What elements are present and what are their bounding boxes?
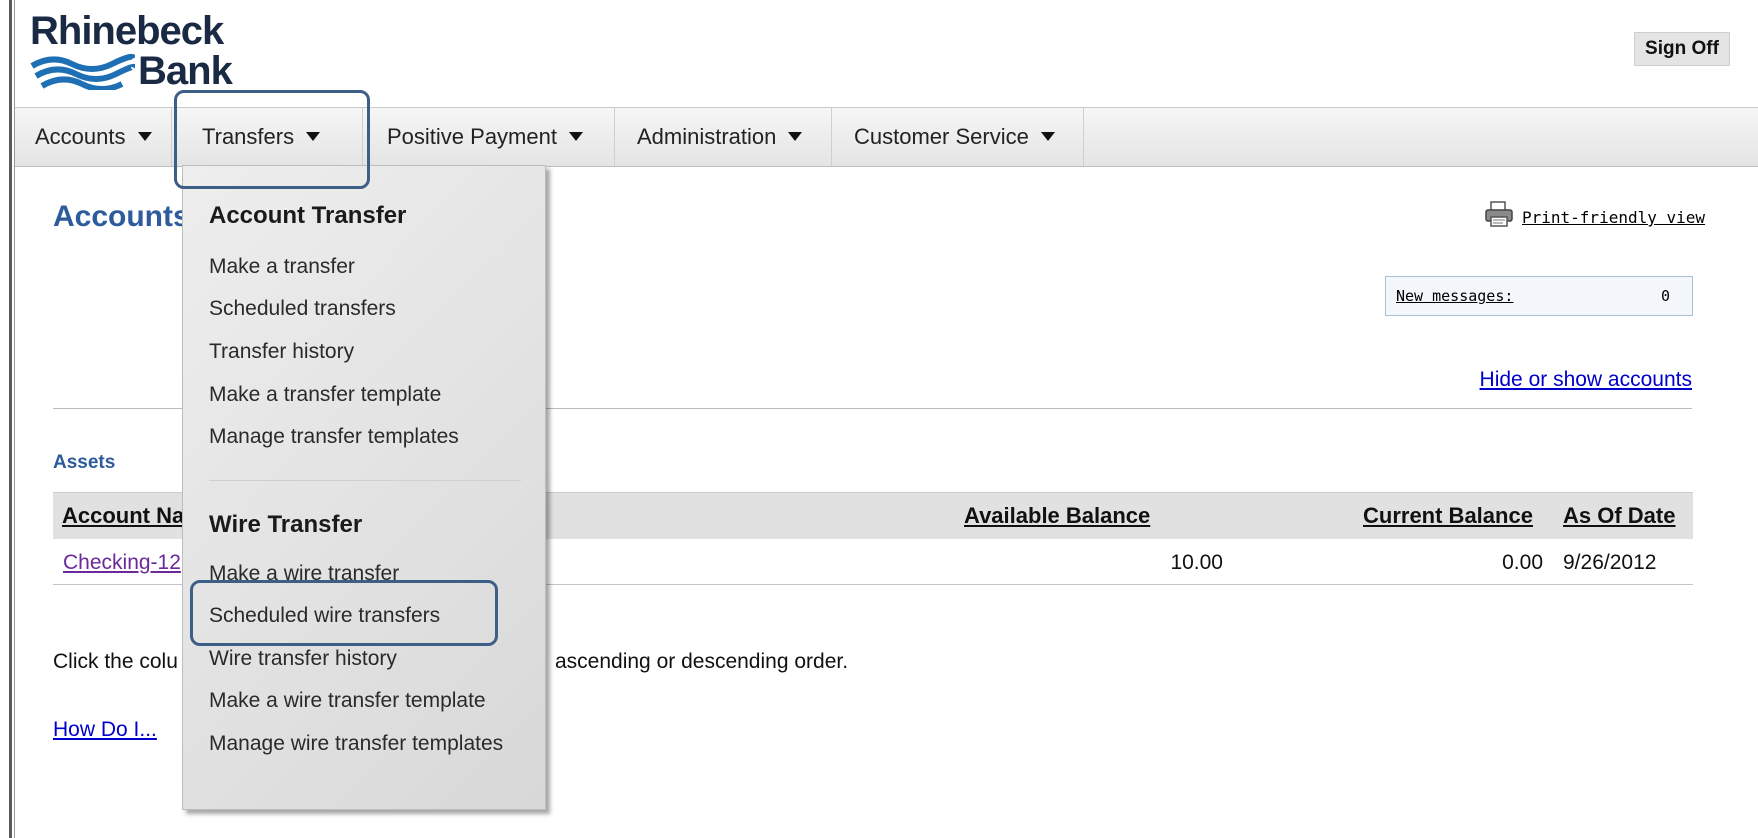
menu-separator bbox=[209, 480, 521, 481]
section-heading-account-transfer: Account Transfer bbox=[209, 202, 407, 229]
scheduled-wire-highlight-box bbox=[190, 580, 498, 646]
logo-line-2: Bank bbox=[138, 49, 233, 93]
print-friendly-link[interactable]: Print-friendly view bbox=[1522, 208, 1705, 227]
col-account-name[interactable]: Account Na bbox=[62, 503, 184, 529]
chevron-down-icon bbox=[568, 131, 583, 141]
chevron-down-icon bbox=[1040, 131, 1055, 141]
section-heading-wire-transfer: Wire Transfer bbox=[209, 511, 363, 538]
menu-item-manage-transfer-templates[interactable]: Manage transfer templates bbox=[209, 425, 459, 449]
transfers-dropdown-menu: Account Transfer Make a transfer Schedul… bbox=[182, 165, 546, 810]
page-title: Accounts bbox=[53, 200, 190, 233]
nav-label: Customer Service bbox=[854, 124, 1029, 149]
menu-item-manage-wire-transfer-templates[interactable]: Manage wire transfer templates bbox=[209, 732, 503, 756]
sort-hint-text: Click the colu ascending or descending o… bbox=[53, 650, 848, 674]
assets-heading: Assets bbox=[53, 452, 116, 473]
hide-show-accounts-link[interactable]: Hide or show accounts bbox=[1480, 368, 1692, 392]
nav-label: Accounts bbox=[35, 124, 126, 149]
menu-item-wire-transfer-history[interactable]: Wire transfer history bbox=[209, 647, 397, 671]
nav-positive-payment[interactable]: Positive Payment bbox=[363, 108, 615, 166]
printer-icon[interactable] bbox=[1484, 201, 1514, 227]
chevron-down-icon bbox=[788, 131, 803, 141]
messages-box: New messages: 0 bbox=[1385, 276, 1693, 316]
menu-item-transfer-history[interactable]: Transfer history bbox=[209, 340, 354, 364]
nav-label: Administration bbox=[637, 124, 777, 149]
messages-count: 0 bbox=[1660, 287, 1670, 305]
bank-logo: Rhinebeck Bank bbox=[30, 8, 260, 93]
sign-off-button[interactable]: Sign Off bbox=[1634, 32, 1730, 66]
nav-administration[interactable]: Administration bbox=[615, 108, 832, 166]
chevron-down-icon bbox=[137, 131, 152, 141]
account-name-link[interactable]: Checking-12 bbox=[63, 551, 181, 575]
as-of-date: 9/26/2012 bbox=[1563, 551, 1657, 574]
nav-label: Positive Payment bbox=[387, 124, 557, 149]
menu-item-scheduled-transfers[interactable]: Scheduled transfers bbox=[209, 297, 396, 321]
nav-customer-service[interactable]: Customer Service bbox=[832, 108, 1084, 166]
wave-icon bbox=[30, 53, 135, 90]
menu-item-make-wire-transfer-template[interactable]: Make a wire transfer template bbox=[209, 689, 486, 713]
how-do-i-link[interactable]: How Do I... bbox=[53, 718, 157, 742]
logo-line-1: Rhinebeck bbox=[30, 9, 224, 53]
new-messages-link[interactable]: New messages: bbox=[1396, 287, 1513, 305]
available-balance: 10.00 bbox=[1170, 551, 1223, 574]
col-available-balance[interactable]: Available Balance bbox=[964, 503, 1150, 529]
sort-hint-end: ascending or descending order. bbox=[555, 650, 849, 673]
menu-item-make-transfer[interactable]: Make a transfer bbox=[209, 255, 355, 279]
transfers-highlight-box bbox=[174, 90, 370, 189]
nav-accounts[interactable]: Accounts bbox=[15, 108, 172, 166]
menu-item-make-transfer-template[interactable]: Make a transfer template bbox=[209, 383, 441, 407]
col-as-of-date[interactable]: As Of Date bbox=[1563, 503, 1675, 529]
sort-hint-start: Click the colu bbox=[53, 650, 178, 673]
current-balance: 0.00 bbox=[1502, 551, 1543, 574]
window-border bbox=[9, 0, 12, 838]
col-current-balance[interactable]: Current Balance bbox=[1363, 503, 1533, 529]
